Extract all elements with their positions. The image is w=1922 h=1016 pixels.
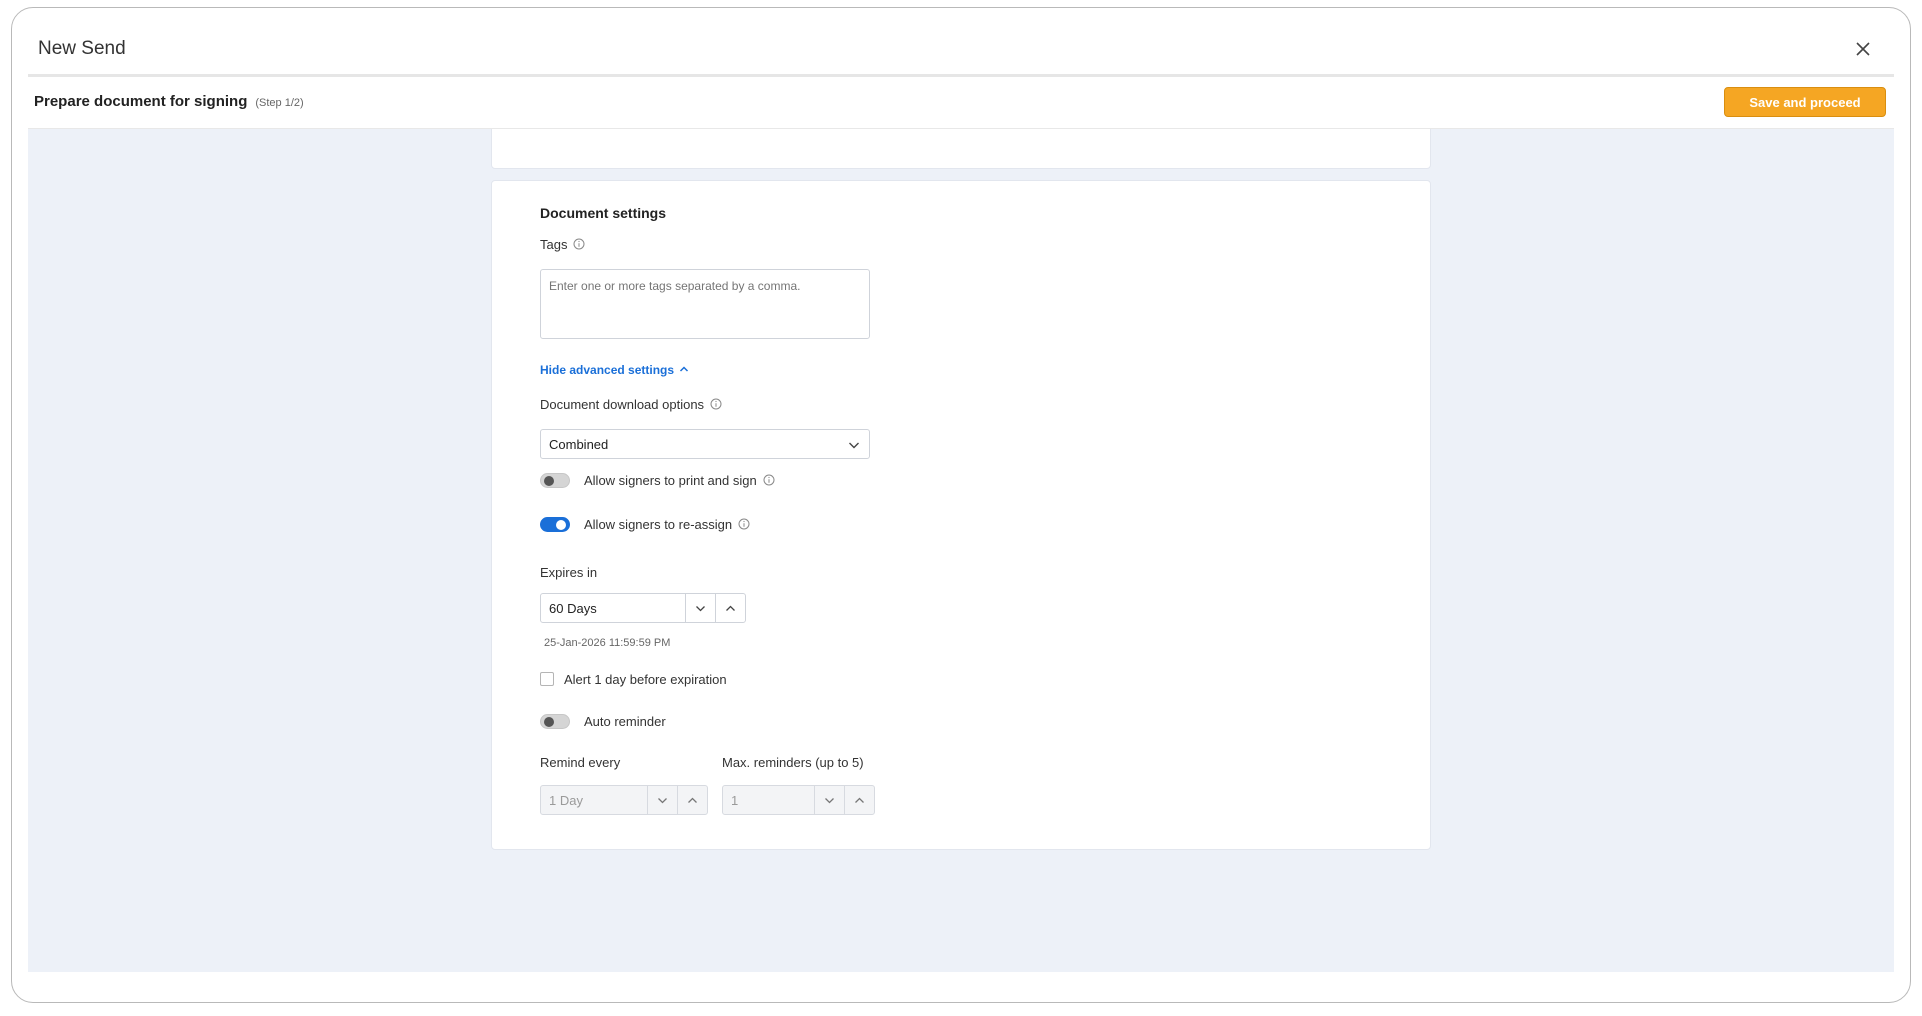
remind-every-increment-button[interactable] <box>677 786 707 814</box>
expires-value[interactable]: 60 Days <box>541 594 685 622</box>
max-reminders-value[interactable]: 1 <box>723 786 814 814</box>
chevron-down-icon <box>847 438 861 452</box>
alert-before-expiration-checkbox[interactable] <box>540 672 554 686</box>
allow-print-sign-toggle[interactable] <box>540 473 570 488</box>
remind-every-decrement-button[interactable] <box>647 786 677 814</box>
previous-section-card <box>491 129 1431 169</box>
toggle-knob <box>544 717 554 727</box>
download-options-label-row: Document download options <box>540 397 722 412</box>
allow-reassign-label-row: Allow signers to re-assign <box>584 517 750 532</box>
download-options-value: Combined <box>549 437 609 452</box>
save-and-proceed-button[interactable]: Save and proceed <box>1724 87 1886 117</box>
max-reminders-stepper[interactable]: 1 <box>722 785 875 815</box>
hide-advanced-settings-link[interactable]: Hide advanced settings <box>540 363 690 377</box>
dialog-title: New Send <box>38 38 126 59</box>
expires-decrement-button[interactable] <box>685 594 715 622</box>
dialog-window: New Send Prepare document for signing (St… <box>11 7 1911 1003</box>
expiry-date-hint: 25-Jan-2026 11:59:59 PM <box>544 637 671 649</box>
chevron-up-icon <box>855 797 864 803</box>
expires-stepper[interactable]: 60 Days <box>540 593 746 623</box>
chevron-up-icon <box>688 797 697 803</box>
expires-label: Expires in <box>540 565 598 580</box>
remind-every-stepper[interactable]: 1 Day <box>540 785 708 815</box>
tags-input[interactable] <box>540 269 870 339</box>
hide-advanced-settings-label: Hide advanced settings <box>540 363 675 377</box>
document-settings-card: Document settings Tags Hide advanced set… <box>491 180 1431 850</box>
allow-reassign-toggle[interactable] <box>540 517 570 532</box>
info-icon[interactable] <box>763 474 775 486</box>
tags-label: Tags <box>540 237 568 252</box>
max-reminders-increment-button[interactable] <box>844 786 874 814</box>
expires-increment-button[interactable] <box>715 594 745 622</box>
download-options-label: Document download options <box>540 397 705 412</box>
step-title: Prepare document for signing (Step 1/2) <box>34 93 304 110</box>
section-heading: Document settings <box>540 205 667 221</box>
chevron-up-icon <box>726 605 735 611</box>
chevron-down-icon <box>825 797 834 803</box>
step-title-text: Prepare document for signing <box>34 93 248 110</box>
tags-label-row: Tags <box>540 237 585 252</box>
allow-reassign-label: Allow signers to re-assign <box>584 517 733 532</box>
info-icon[interactable] <box>573 238 585 250</box>
step-indicator: (Step 1/2) <box>255 97 304 109</box>
auto-reminder-label: Auto reminder <box>584 714 666 729</box>
allow-print-sign-label-row: Allow signers to print and sign <box>584 473 775 488</box>
chevron-down-icon <box>696 605 705 611</box>
download-options-select[interactable]: Combined <box>540 429 870 459</box>
info-icon[interactable] <box>738 518 750 530</box>
dialog-header: New Send <box>12 8 1910 76</box>
alert-before-expiration-label: Alert 1 day before expiration <box>564 672 727 687</box>
step-bar: Prepare document for signing (Step 1/2) S… <box>28 77 1894 129</box>
chevron-up-icon <box>678 363 690 375</box>
remind-every-label: Remind every <box>540 755 621 770</box>
max-reminders-label: Max. reminders (up to 5) <box>722 755 864 770</box>
info-icon[interactable] <box>710 398 722 410</box>
close-icon[interactable] <box>1852 38 1874 60</box>
auto-reminder-toggle[interactable] <box>540 714 570 729</box>
content-area[interactable]: Document settings Tags Hide advanced set… <box>28 129 1894 972</box>
toggle-knob <box>556 520 566 530</box>
max-reminders-decrement-button[interactable] <box>814 786 844 814</box>
remind-every-value[interactable]: 1 Day <box>541 786 647 814</box>
toggle-knob <box>544 476 554 486</box>
chevron-down-icon <box>658 797 667 803</box>
allow-print-sign-label: Allow signers to print and sign <box>584 473 757 488</box>
